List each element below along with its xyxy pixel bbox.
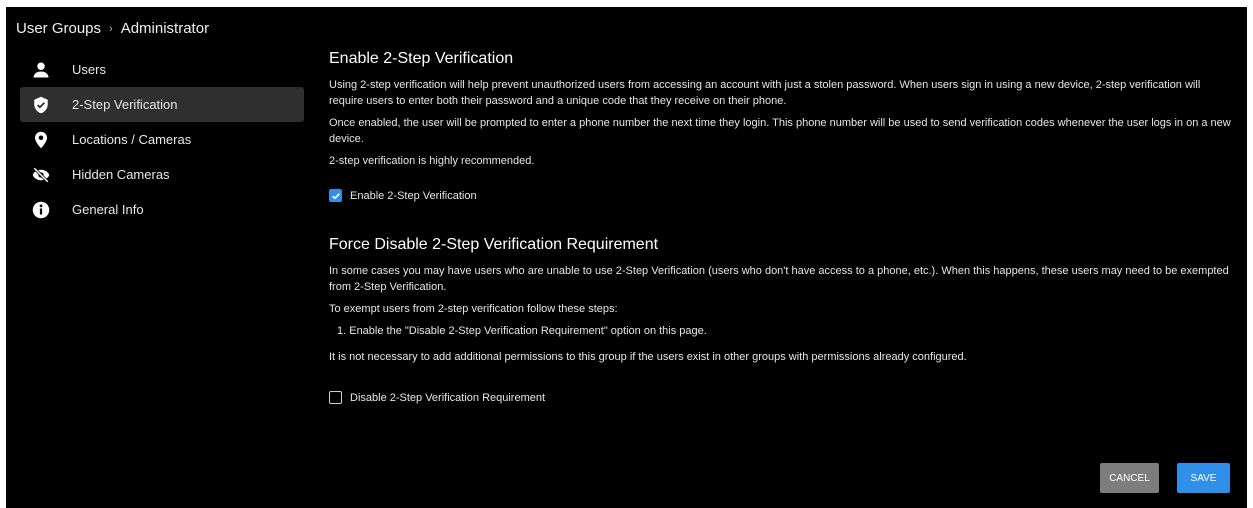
sidebar-item-label: Hidden Cameras (72, 167, 170, 182)
description-text: It is not necessary to add additional pe… (329, 351, 967, 363)
description-text: Once enabled, the user will be prompted … (329, 117, 1231, 145)
sidebar-item-label: Locations / Cameras (72, 132, 192, 147)
section-title: Enable 2-Step Verification (329, 50, 514, 67)
sidebar-item-hidden-cameras[interactable]: Hidden Cameras (20, 157, 304, 192)
sidebar-item-2-step-verification[interactable]: 2-Step Verification (20, 87, 304, 122)
enable-2-step-checkbox[interactable] (329, 189, 342, 202)
sidebar-item-label: General Info (72, 202, 144, 217)
info-icon (30, 199, 52, 221)
main-content: Enable 2-Step Verification Using 2-step … (329, 50, 1234, 404)
instruction-step: 1. Enable the "Disable 2-Step Verificati… (337, 325, 707, 337)
force-disable-section: Force Disable 2-Step Verification Requir… (329, 236, 1234, 404)
breadcrumb: User Groups › Administrator (16, 20, 209, 37)
sidebar-item-general-info[interactable]: General Info (20, 192, 304, 227)
breadcrumb-parent[interactable]: User Groups (16, 20, 101, 37)
sidebar-item-users[interactable]: Users (20, 52, 304, 87)
description-text: In some cases you may have users who are… (329, 265, 1229, 293)
sidebar-item-label: 2-Step Verification (72, 97, 178, 112)
description-text: 2-step verification is highly recommende… (329, 155, 535, 167)
enable-2-step-checkbox-row[interactable]: Enable 2-Step Verification (329, 189, 1234, 202)
cancel-button[interactable]: CANCEL (1100, 463, 1159, 493)
section-title: Force Disable 2-Step Verification Requir… (329, 236, 659, 253)
shield-check-icon (30, 94, 52, 116)
breadcrumb-current: Administrator (120, 20, 210, 37)
eye-off-icon (30, 164, 52, 186)
enable-2-step-section: Enable 2-Step Verification Using 2-step … (329, 50, 1234, 202)
disable-2-step-requirement-checkbox[interactable] (329, 391, 342, 404)
breadcrumb-separator-icon: › (109, 22, 113, 35)
save-button[interactable]: SAVE (1177, 463, 1230, 493)
sidebar: Users 2-Step Verification Locations / Ca… (20, 52, 304, 227)
map-pin-icon (30, 129, 52, 151)
user-icon (30, 59, 52, 81)
description-text: To exempt users from 2-step verification… (329, 303, 618, 315)
disable-2-step-requirement-checkbox-row[interactable]: Disable 2-Step Verification Requirement (329, 391, 1234, 404)
sidebar-item-locations-cameras[interactable]: Locations / Cameras (20, 122, 304, 157)
description-text: Using 2-step verification will help prev… (329, 79, 1201, 107)
user-group-settings-panel: User Groups › Administrator Users 2-Step… (6, 7, 1247, 508)
sidebar-item-label: Users (72, 62, 106, 77)
checkmark-icon (331, 192, 340, 200)
checkbox-label: Disable 2-Step Verification Requirement (350, 391, 546, 404)
checkbox-label: Enable 2-Step Verification (350, 189, 477, 202)
